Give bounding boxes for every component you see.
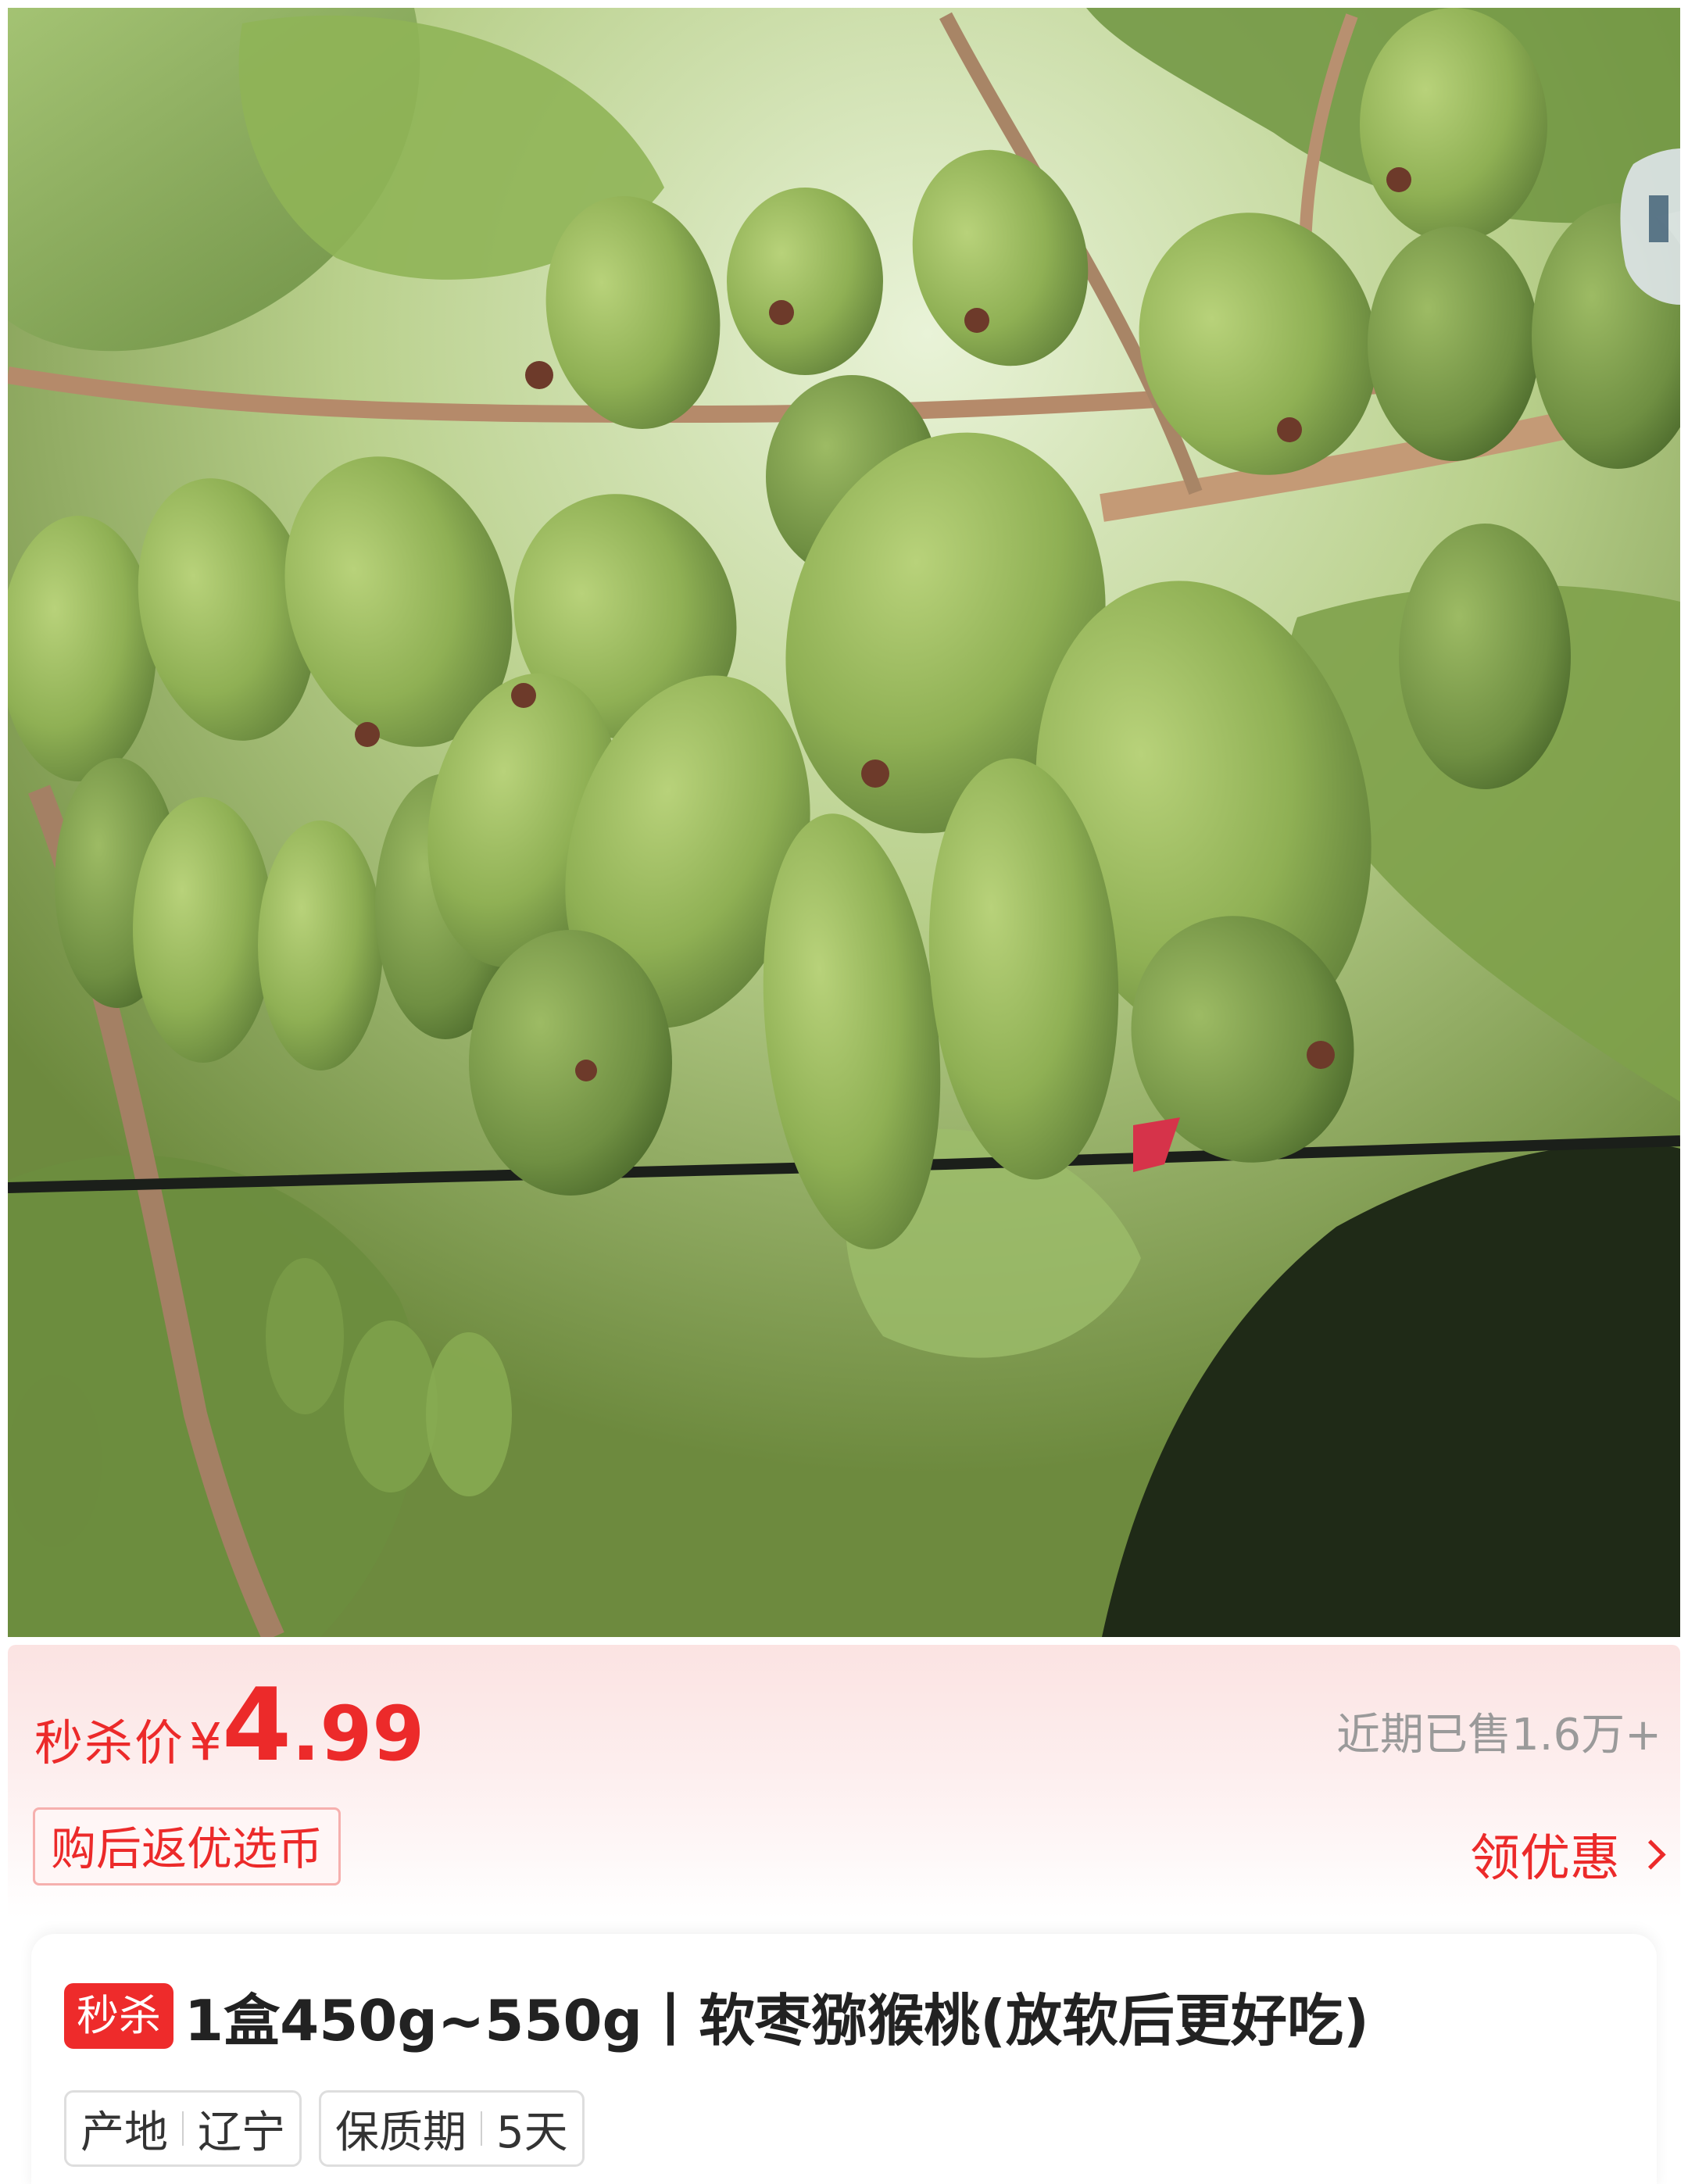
attribute-origin: 产地 辽宁 xyxy=(64,2090,302,2167)
flash-sale-badge: 秒杀 xyxy=(64,1982,173,2049)
product-info-card: 秒杀 1盒450g~550g丨软枣猕猴桃(放软后更好吃) 产地 辽宁 保质期 5… xyxy=(31,1934,1657,2184)
price-section: 秒杀价 ¥ 4 .99 近期已售1.6万+ 购后返优选币 领优惠 xyxy=(8,1645,1680,1918)
get-coupon-link[interactable]: 领优惠 xyxy=(1470,1818,1666,1890)
chevron-right-icon xyxy=(1636,1839,1666,1870)
attribute-value: 辽宁 xyxy=(198,2107,285,2158)
title-row: 秒杀 1盒450g~550g丨软枣猕猴桃(放软后更好吃) xyxy=(64,1975,1369,2057)
attribute-list: 产地 辽宁 保质期 5天 xyxy=(64,2090,602,2167)
attribute-shelf-life: 保质期 5天 xyxy=(319,2090,585,2167)
attribute-value: 5天 xyxy=(496,2107,568,2158)
divider xyxy=(481,2111,482,2146)
sold-count: 近期已售1.6万+ xyxy=(1336,1710,1661,1760)
product-title: 1盒450g~550g丨软枣猕猴桃(放软后更好吃) xyxy=(184,1988,1369,2054)
cashback-coin-tag: 购后返优选币 xyxy=(33,1807,342,1886)
product-detail-page: 秒杀价 ¥ 4 .99 近期已售1.6万+ 购后返优选币 领优惠 秒杀 1盒45… xyxy=(0,0,1688,2184)
price-label: 秒杀价 xyxy=(34,1714,185,1771)
flash-sale-price: 秒杀价 ¥ 4 .99 xyxy=(34,1676,424,1776)
get-coupon-label: 领优惠 xyxy=(1470,1830,1620,1888)
divider xyxy=(182,2111,184,2146)
attribute-key: 保质期 xyxy=(335,2107,467,2158)
currency-symbol: ¥ xyxy=(189,1712,223,1772)
product-image[interactable] xyxy=(8,8,1680,1637)
price-integer: 4 xyxy=(222,1667,292,1784)
kiwi-berry-photo xyxy=(8,8,1680,1637)
attribute-key: 产地 xyxy=(80,2107,168,2158)
price-decimal: .99 xyxy=(291,1690,425,1778)
